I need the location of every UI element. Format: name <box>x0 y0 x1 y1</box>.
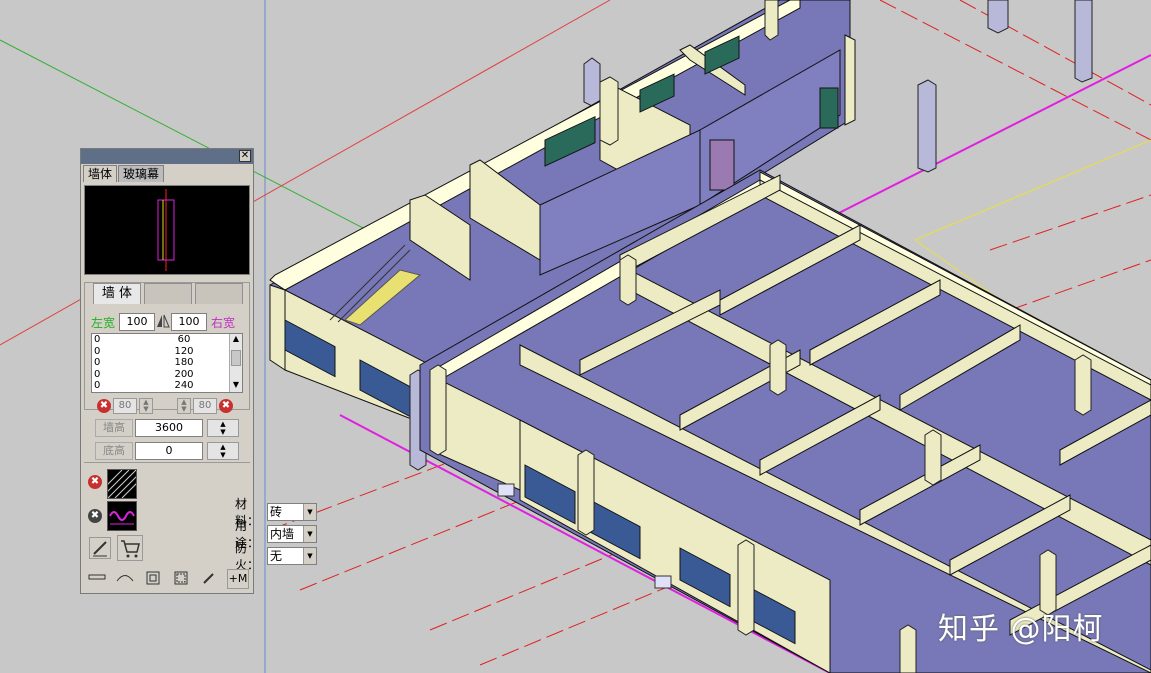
offset-left-input[interactable]: 80 <box>113 398 137 414</box>
arc-icon[interactable] <box>115 570 135 588</box>
delete-icon[interactable]: ✖ <box>219 399 233 413</box>
list-item-right: 60 <box>177 334 191 345</box>
fire-value: 无 <box>270 549 283 563</box>
fire-label: 防火： <box>235 541 260 572</box>
spin-icon[interactable]: ▲ ▼ <box>207 419 239 437</box>
offset-right-row: ▲ ▼ 80 ✖ <box>177 398 233 414</box>
tab-wall[interactable]: 墙体 <box>83 165 118 182</box>
base-height-input[interactable]: 0 <box>135 442 203 460</box>
add-material-button[interactable]: +M <box>227 569 249 589</box>
wall-properties-panel: ✕ 墙体 玻璃幕 墙 体 左宽 100 100 右宽 0 60 0 120 0 180 0 2… <box>80 148 317 594</box>
edit-icon[interactable] <box>89 537 111 559</box>
offset-right-input[interactable]: 80 <box>193 398 217 414</box>
list-item[interactable]: 0 200 <box>92 369 242 381</box>
list-item-left: 0 <box>94 334 101 345</box>
right-width-label[interactable]: 右宽 <box>207 314 235 331</box>
delete-icon[interactable]: ✖ <box>88 475 102 489</box>
watermark: 知乎 @阳柯 <box>938 612 1104 647</box>
subtab-3[interactable] <box>195 283 243 304</box>
fire-row: 防火： 无 ▼ <box>235 539 317 573</box>
wall-height-input[interactable]: 3600 <box>135 419 203 437</box>
spin-icon[interactable]: ▲ ▼ <box>139 398 153 414</box>
wall-subtabs: 墙 体 <box>93 283 246 304</box>
list-item-right: 120 <box>174 345 194 357</box>
subtab-2[interactable] <box>144 283 192 304</box>
list-item-left: 0 <box>94 345 101 357</box>
close-icon[interactable]: ✕ <box>239 150 251 162</box>
left-width-label[interactable]: 左宽 <box>91 314 119 331</box>
list-item[interactable]: 0 60 <box>92 334 242 346</box>
delete-icon[interactable]: ✖ <box>97 399 111 413</box>
wall-height-label[interactable]: 墙高 <box>95 419 133 437</box>
width-list-scrollbar[interactable]: ▲ ▼ <box>229 334 242 392</box>
bottom-toolbar: +M <box>87 569 249 589</box>
list-item-right: 200 <box>174 368 194 380</box>
cart-icon[interactable] <box>117 535 143 561</box>
list-item[interactable]: 0 240 <box>92 380 242 392</box>
list-item-left: 0 <box>94 368 101 380</box>
list-item[interactable]: 0 180 <box>92 357 242 369</box>
left-width-input[interactable]: 100 <box>119 313 155 331</box>
eyedropper-icon[interactable] <box>199 570 219 588</box>
base-height-label[interactable]: 底高 <box>95 442 133 460</box>
mirror-icon[interactable] <box>155 314 171 331</box>
list-item-left: 0 <box>94 380 101 391</box>
list-item-right: 180 <box>174 357 194 368</box>
offset-left-row: ✖ 80 ▲ ▼ <box>97 398 153 414</box>
panel-titlebar[interactable]: ✕ <box>81 149 253 164</box>
subtab-wall[interactable]: 墙 体 <box>93 283 141 304</box>
wall-preview <box>84 185 250 275</box>
tab-curtain-wall[interactable]: 玻璃幕 <box>118 165 165 182</box>
room-icon[interactable] <box>171 570 191 588</box>
wave-icon[interactable] <box>107 501 137 531</box>
hatch-icon[interactable] <box>93 469 151 499</box>
spin-icon[interactable]: ▲ ▼ <box>207 442 239 460</box>
list-item-left: 0 <box>94 357 101 368</box>
wall-tool-icon[interactable] <box>87 570 107 588</box>
wall-preview-graphic <box>157 189 175 271</box>
delete-icon[interactable]: ✖ <box>88 509 102 523</box>
width-row: 左宽 100 100 右宽 <box>91 313 243 331</box>
spin-icon[interactable]: ▲ ▼ <box>177 398 191 414</box>
width-list[interactable]: 0 60 0 120 0 180 0 200 0 240 ▲ ▼ <box>91 333 243 393</box>
list-item-right: 240 <box>174 380 194 391</box>
wall-height-row: 墙高 3600 ▲ ▼ <box>95 419 239 437</box>
window-icon[interactable] <box>143 570 163 588</box>
list-item[interactable]: 0 120 <box>92 346 242 358</box>
right-width-input[interactable]: 100 <box>171 313 207 331</box>
base-height-row: 底高 0 ▲ ▼ <box>95 442 239 460</box>
panel-tabs: 墙体 玻璃幕 <box>83 165 165 182</box>
fire-select[interactable]: 无 ▼ <box>267 547 317 565</box>
